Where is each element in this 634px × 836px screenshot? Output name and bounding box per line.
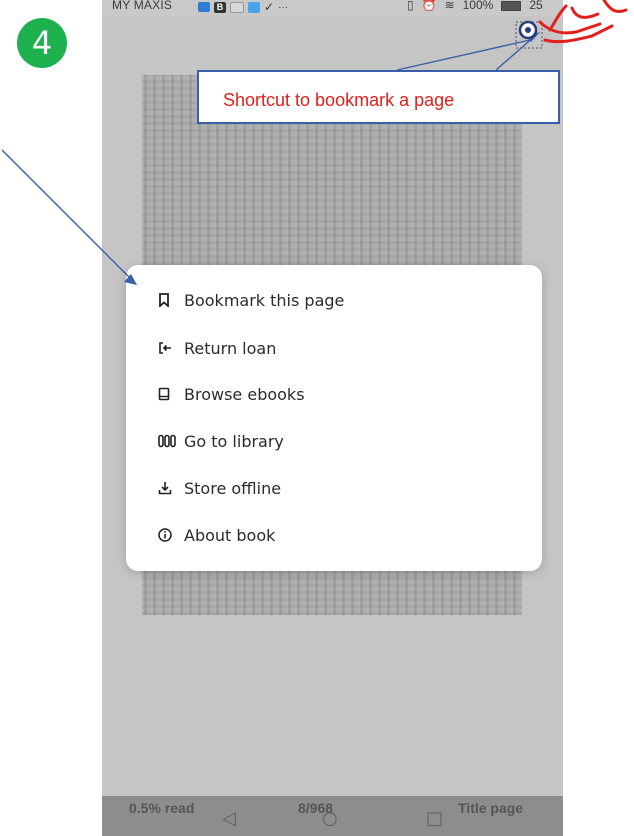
annotation-overlay xyxy=(1,0,628,285)
pointing-hand-icon xyxy=(538,0,628,44)
arrow-to-bookmark-item xyxy=(1,149,137,285)
arrow-to-shortcut-icon xyxy=(396,32,540,71)
bookmark-shortcut-icon[interactable] xyxy=(515,20,543,49)
